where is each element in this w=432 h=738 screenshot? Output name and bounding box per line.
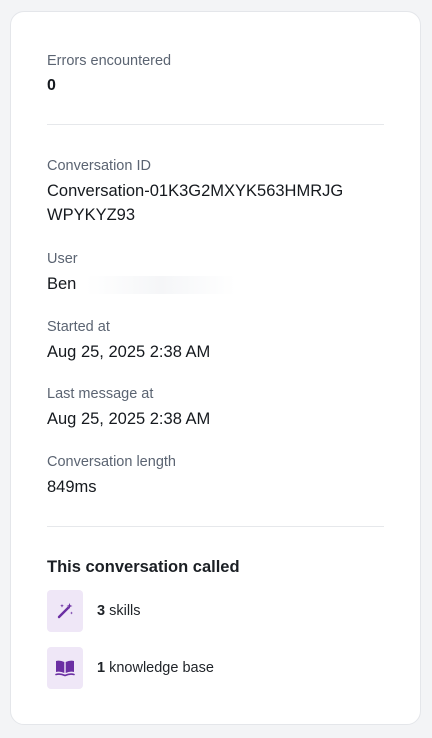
started-at-field: Started at Aug 25, 2025 2:38 AM bbox=[47, 318, 384, 364]
open-book-icon bbox=[55, 660, 75, 677]
length-label: Conversation length bbox=[47, 454, 176, 470]
knowledge-base-icon-box bbox=[47, 647, 83, 689]
knowledge-base-count: 1 bbox=[97, 660, 106, 676]
user-value: Ben bbox=[47, 275, 77, 293]
skills-icon-box bbox=[47, 590, 83, 632]
skills-count: 3 bbox=[97, 603, 106, 619]
conversation-id-field: Conversation ID Conversation-01K3G2MXYK5… bbox=[47, 157, 384, 227]
last-message-label: Last message at bbox=[47, 386, 154, 402]
errors-label: Errors encountered bbox=[47, 53, 172, 69]
user-field: User Ben bbox=[47, 250, 384, 296]
started-at-label: Started at bbox=[47, 319, 110, 335]
skills-label: skills bbox=[109, 603, 141, 619]
knowledge-base-label: knowledge base bbox=[109, 660, 214, 676]
conversation-id-label: Conversation ID bbox=[47, 158, 151, 174]
last-message-field: Last message at Aug 25, 2025 2:38 AM bbox=[47, 385, 384, 431]
conversation-details-card: Errors encountered 0 Conversation ID Con… bbox=[10, 11, 421, 725]
conversation-id-value: Conversation-01K3G2MXYK563HMRJGWPYKYZ93 bbox=[47, 182, 344, 224]
errors-value: 0 bbox=[47, 77, 56, 94]
magic-wand-icon bbox=[57, 603, 73, 619]
divider-bottom bbox=[47, 526, 384, 527]
knowledge-base-text: 1 knowledge base bbox=[97, 660, 214, 676]
called-item-knowledge-base[interactable]: 1 knowledge base bbox=[47, 647, 214, 689]
called-section-title: This conversation called bbox=[47, 558, 240, 576]
user-value-row: Ben bbox=[47, 272, 384, 296]
skills-text: 3 skills bbox=[97, 603, 141, 619]
length-field: Conversation length 849ms bbox=[47, 453, 384, 499]
started-at-value: Aug 25, 2025 2:38 AM bbox=[47, 343, 211, 361]
user-label: User bbox=[47, 251, 78, 267]
divider-top bbox=[47, 124, 384, 125]
called-item-skills[interactable]: 3 skills bbox=[47, 590, 141, 632]
last-message-value: Aug 25, 2025 2:38 AM bbox=[47, 410, 211, 428]
redacted-area bbox=[86, 275, 237, 294]
length-value: 849ms bbox=[47, 478, 97, 496]
errors-field: Errors encountered 0 bbox=[47, 52, 384, 98]
